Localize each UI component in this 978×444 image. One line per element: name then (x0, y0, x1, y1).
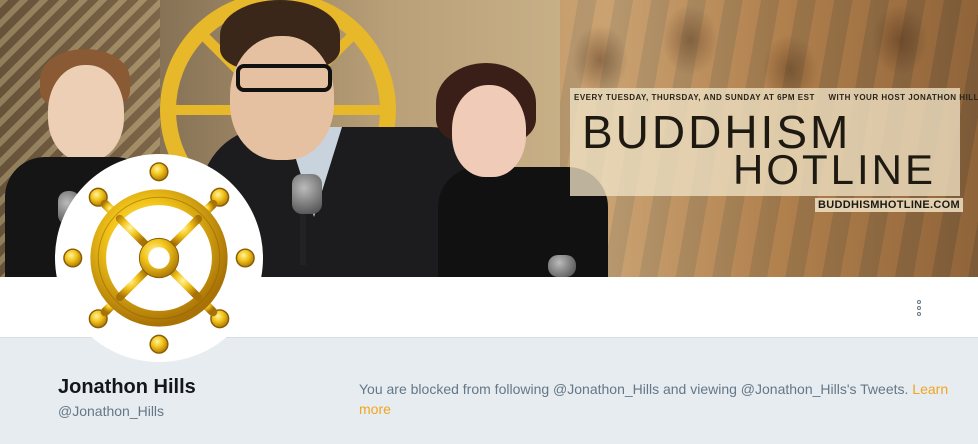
show-url: BUDDHISMHOTLINE.COM (815, 198, 963, 212)
blocked-message: You are blocked from following @Jonathon… (359, 379, 949, 419)
blocked-message-text: You are blocked from following @Jonathon… (359, 381, 913, 397)
schedule-line: EVERY TUESDAY, THURSDAY, AND SUNDAY AT 6… (574, 93, 978, 102)
show-title-line2: HOTLINE (733, 146, 937, 193)
profile-page: EVERY TUESDAY, THURSDAY, AND SUNDAY AT 6… (0, 0, 978, 444)
schedule-text: EVERY TUESDAY, THURSDAY, AND SUNDAY AT 6… (574, 93, 815, 102)
more-options-icon (917, 300, 921, 316)
profile-name[interactable]: Jonathon Hills (58, 376, 196, 399)
host-text: WITH YOUR HOST JONATHON HILLS (828, 93, 978, 102)
more-options-button[interactable] (908, 297, 930, 319)
dharma-wheel-icon (63, 162, 255, 354)
avatar[interactable] (55, 154, 263, 362)
profile-handle[interactable]: @Jonathon_Hills (58, 403, 164, 419)
